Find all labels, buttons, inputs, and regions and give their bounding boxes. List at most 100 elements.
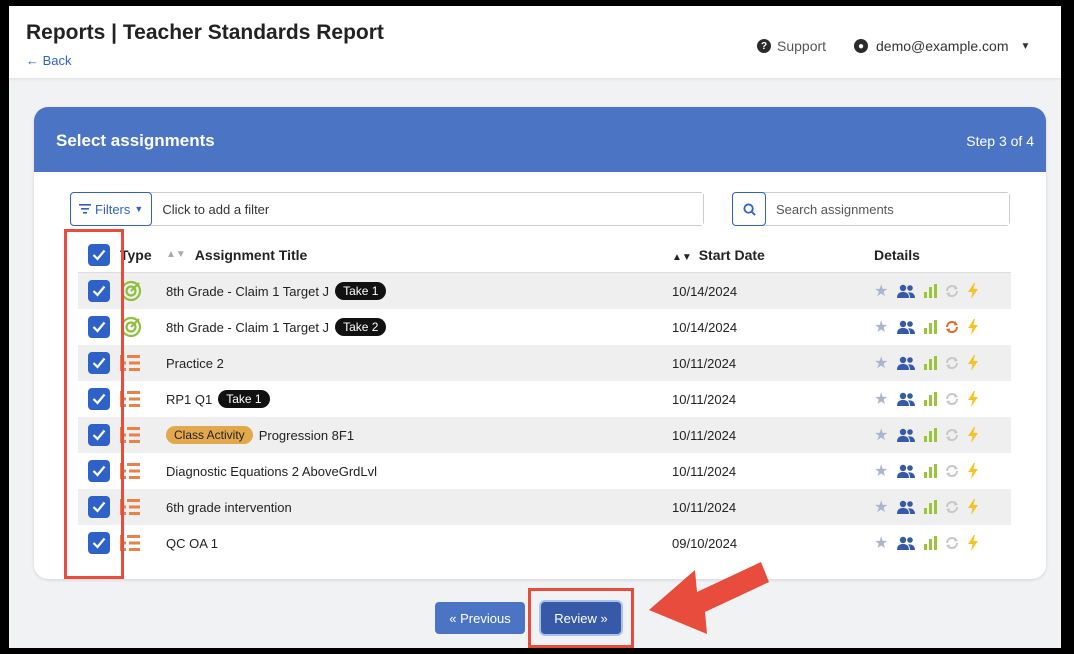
- details-icons: ★: [850, 317, 1011, 337]
- card-header: Select assignments Step 3 of 4: [34, 107, 1046, 172]
- column-date-label: Start Date: [698, 246, 765, 263]
- search-button[interactable]: [732, 192, 766, 226]
- column-title-label: Assignment Title: [194, 246, 308, 263]
- bolt-icon[interactable]: [967, 391, 979, 407]
- bolt-icon[interactable]: [967, 283, 979, 299]
- support-label: Support: [777, 38, 827, 54]
- details-icons: ★: [850, 281, 1011, 301]
- column-header-start-date[interactable]: ▲▼ Start Date: [672, 247, 850, 263]
- details-icons: ★: [850, 533, 1011, 553]
- table-body: 8th Grade - Claim 1 Target J Take 1 10/1…: [78, 273, 1011, 561]
- app-frame: Reports | Teacher Standards Report ← Bac…: [9, 6, 1061, 648]
- sync-icon[interactable]: [945, 428, 959, 442]
- sync-icon[interactable]: [945, 284, 959, 298]
- bolt-icon[interactable]: [967, 499, 979, 515]
- star-icon[interactable]: ★: [874, 425, 888, 445]
- sync-icon[interactable]: [945, 320, 959, 334]
- assignment-title: Diagnostic Equations 2 AboveGrdLvl: [166, 463, 378, 479]
- people-icon[interactable]: [896, 464, 916, 478]
- table-row[interactable]: QC OA 1 09/10/2024 ★: [78, 525, 1011, 561]
- assignment-type: [120, 390, 166, 408]
- table-row[interactable]: 8th Grade - Claim 1 Target J Take 2 10/1…: [78, 309, 1011, 345]
- filters-button[interactable]: Filters ▼: [70, 192, 153, 226]
- people-icon[interactable]: [896, 428, 916, 442]
- people-icon[interactable]: [896, 392, 916, 406]
- column-header-details: Details: [874, 246, 920, 263]
- assignment-title: 6th grade intervention: [166, 499, 292, 515]
- question-icon: ?: [757, 39, 771, 53]
- start-date: 09/10/2024: [672, 535, 738, 551]
- star-icon[interactable]: ★: [874, 461, 888, 481]
- details-icons: ★: [850, 353, 1011, 373]
- sync-icon[interactable]: [945, 464, 959, 478]
- people-icon[interactable]: [896, 284, 916, 298]
- details-icons: ★: [850, 497, 1011, 517]
- page-title: Reports | Teacher Standards Report: [26, 21, 384, 44]
- table-row[interactable]: 6th grade intervention 10/11/2024 ★: [78, 489, 1011, 525]
- sync-icon[interactable]: [945, 536, 959, 550]
- star-icon[interactable]: ★: [874, 533, 888, 553]
- previous-button[interactable]: « Previous: [435, 602, 525, 634]
- bolt-icon[interactable]: [967, 319, 979, 335]
- star-icon[interactable]: ★: [874, 497, 888, 517]
- people-icon[interactable]: [896, 320, 916, 334]
- bolt-icon[interactable]: [967, 355, 979, 371]
- review-button-highlight: [528, 588, 634, 648]
- bolt-icon[interactable]: [967, 427, 979, 443]
- details-icons: ★: [850, 461, 1011, 481]
- bar-chart-icon[interactable]: [924, 500, 938, 514]
- assignment-title-cell: QC OA 1: [166, 536, 672, 551]
- card-title: Select assignments: [56, 131, 215, 150]
- assignment-title-cell: 6th grade intervention: [166, 500, 672, 515]
- assignment-type: [120, 534, 166, 552]
- assignment-title-cell: 8th Grade - Claim 1 Target J Take 2: [166, 318, 672, 336]
- table-row[interactable]: 8th Grade - Claim 1 Target J Take 1 10/1…: [78, 273, 1011, 309]
- table-row[interactable]: Class Activity Progression 8F1 10/11/202…: [78, 417, 1011, 453]
- bar-chart-icon[interactable]: [924, 356, 938, 370]
- star-icon[interactable]: ★: [874, 317, 888, 337]
- bar-chart-icon[interactable]: [924, 320, 938, 334]
- assignment-title: 8th Grade - Claim 1 Target J: [166, 283, 330, 299]
- support-link[interactable]: ? Support: [757, 38, 826, 54]
- top-bar: Reports | Teacher Standards Report ← Bac…: [9, 6, 1061, 78]
- user-email: demo@example.com: [876, 38, 1009, 54]
- bar-chart-icon[interactable]: [924, 392, 938, 406]
- caret-down-icon: ▼: [1020, 40, 1031, 52]
- table-row[interactable]: Diagnostic Equations 2 AboveGrdLvl 10/11…: [78, 453, 1011, 489]
- take-badge: Take 1: [335, 282, 387, 300]
- filter-input[interactable]: [152, 193, 703, 225]
- filters-label: Filters: [95, 201, 131, 217]
- bar-chart-icon[interactable]: [924, 464, 938, 478]
- start-date: 10/11/2024: [672, 499, 737, 515]
- assignment-type: [120, 426, 166, 444]
- bolt-icon[interactable]: [967, 535, 979, 551]
- user-menu[interactable]: ● demo@example.com ▼: [854, 38, 1030, 54]
- start-date: 10/11/2024: [672, 427, 737, 443]
- star-icon[interactable]: ★: [874, 353, 888, 373]
- details-icons: ★: [850, 425, 1011, 445]
- bar-chart-icon[interactable]: [924, 284, 938, 298]
- bolt-icon[interactable]: [967, 463, 979, 479]
- bar-chart-icon[interactable]: [924, 428, 938, 442]
- sync-icon[interactable]: [945, 356, 959, 370]
- back-link[interactable]: ← Back: [26, 53, 72, 68]
- sync-icon[interactable]: [945, 392, 959, 406]
- people-icon[interactable]: [896, 356, 916, 370]
- sync-icon[interactable]: [945, 500, 959, 514]
- assignment-type: [120, 280, 166, 302]
- assignment-title: RP1 Q1: [166, 391, 213, 407]
- table-row[interactable]: Practice 2 10/11/2024 ★: [78, 345, 1011, 381]
- people-icon[interactable]: [896, 500, 916, 514]
- assignment-type: [120, 316, 166, 338]
- bar-chart-icon[interactable]: [924, 536, 938, 550]
- search-input[interactable]: [766, 193, 1009, 225]
- checkbox-column-highlight: [64, 229, 124, 579]
- people-icon[interactable]: [896, 536, 916, 550]
- assignment-title-cell: 8th Grade - Claim 1 Target J Take 1: [166, 282, 672, 300]
- assignment-title-cell: RP1 Q1 Take 1: [166, 390, 672, 408]
- star-icon[interactable]: ★: [874, 281, 888, 301]
- table-row[interactable]: RP1 Q1 Take 1 10/11/2024 ★: [78, 381, 1011, 417]
- assignment-title: 8th Grade - Claim 1 Target J: [166, 319, 330, 335]
- star-icon[interactable]: ★: [874, 389, 888, 409]
- column-header-title[interactable]: ▲▼ Assignment Title: [166, 247, 672, 263]
